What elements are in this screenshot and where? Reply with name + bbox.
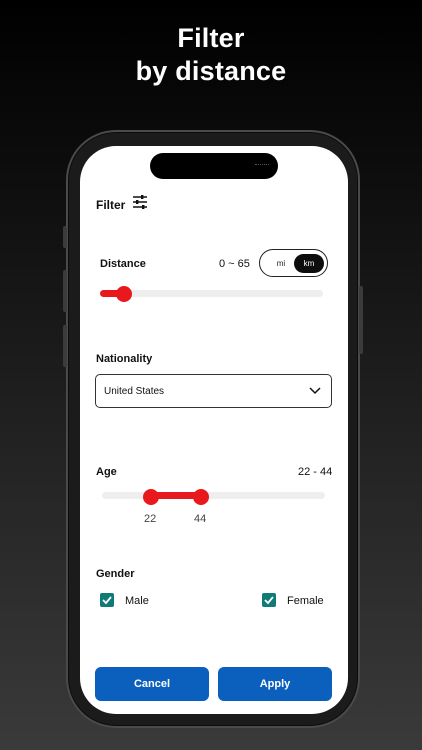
nationality-selected-value: United States: [104, 386, 165, 397]
distance-label: Distance: [100, 258, 146, 270]
phone-side-button-action: [63, 226, 67, 248]
checkmark-icon: [102, 596, 112, 605]
headline-line-2: by distance: [135, 56, 287, 86]
phone-side-button-power: [359, 286, 363, 354]
chevron-down-icon: [309, 387, 321, 395]
age-range-value: 22 - 44: [298, 466, 333, 478]
headline: Filter by distance: [0, 22, 422, 88]
age-max-label: 44: [194, 513, 207, 525]
unit-option-mi[interactable]: mi: [268, 255, 294, 272]
phone-screen: Filter Distance 0 ~ 65 mi km Nationality…: [80, 146, 348, 714]
dynamic-island: [150, 153, 278, 179]
female-label[interactable]: Female: [287, 595, 324, 607]
cancel-button[interactable]: Cancel: [95, 667, 209, 701]
male-label[interactable]: Male: [125, 595, 149, 607]
sliders-icon[interactable]: [132, 194, 148, 210]
nationality-label: Nationality: [96, 353, 153, 365]
distance-slider-track[interactable]: [100, 290, 323, 297]
age-label: Age: [96, 466, 117, 478]
distance-slider-thumb[interactable]: [116, 286, 132, 302]
age-min-label: 22: [144, 513, 157, 525]
phone-side-button-volume-up: [63, 270, 67, 312]
camera-dots: [255, 164, 269, 167]
female-checkbox[interactable]: [262, 593, 276, 607]
age-slider-track[interactable]: [102, 492, 325, 499]
nationality-select[interactable]: United States: [95, 374, 332, 408]
filter-title: Filter: [96, 198, 126, 212]
apply-button[interactable]: Apply: [218, 667, 332, 701]
distance-range-value: 0 ~ 65: [219, 258, 250, 270]
headline-line-1: Filter: [177, 23, 245, 53]
unit-toggle[interactable]: mi km: [259, 249, 328, 277]
age-slider-thumb-max[interactable]: [193, 489, 209, 505]
male-checkbox[interactable]: [100, 593, 114, 607]
gender-label: Gender: [96, 568, 135, 580]
checkmark-icon: [264, 596, 274, 605]
unit-option-km[interactable]: km: [294, 254, 324, 273]
phone-side-button-volume-down: [63, 325, 67, 367]
age-slider-thumb-min[interactable]: [143, 489, 159, 505]
